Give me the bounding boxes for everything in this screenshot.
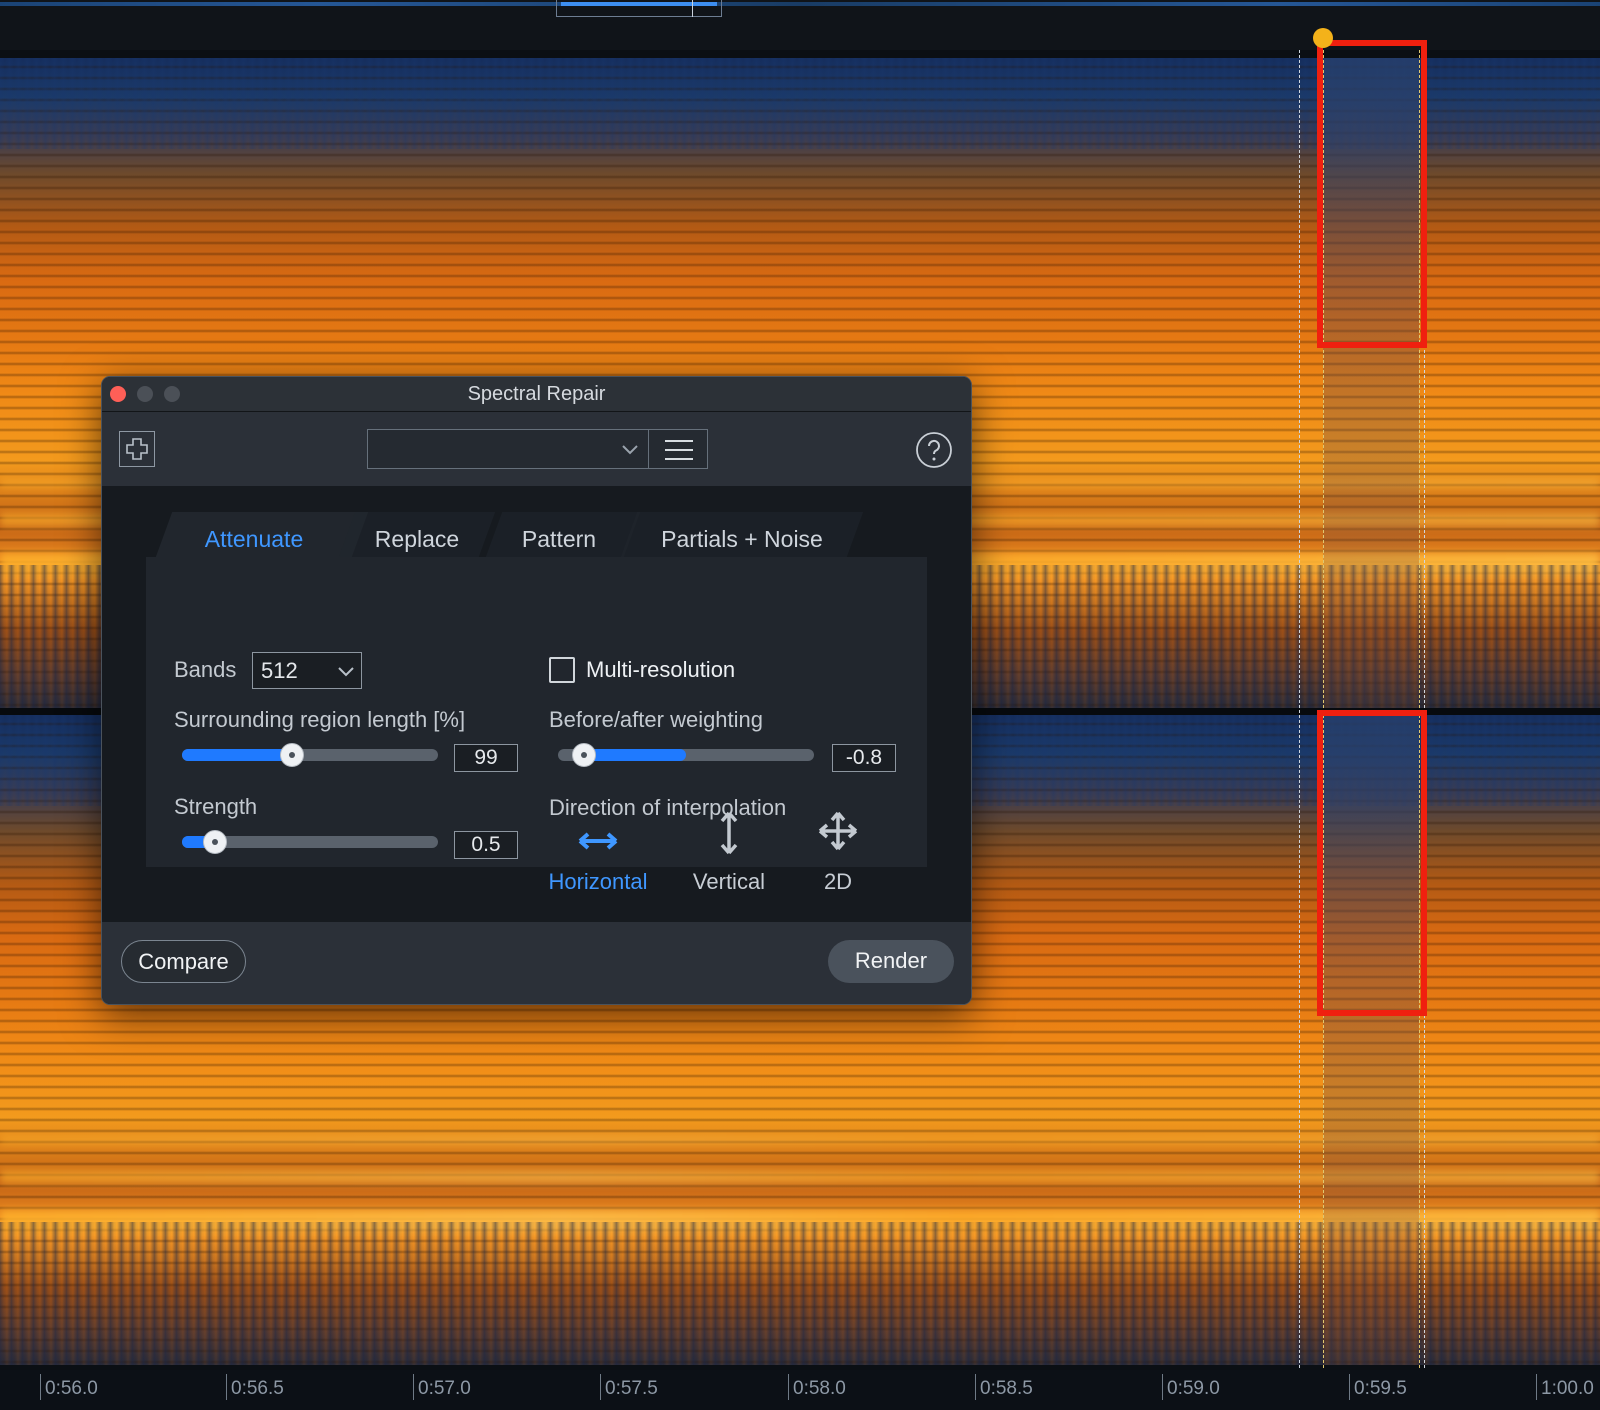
direction-2d-label: 2D: [823, 869, 853, 894]
tab-attenuate[interactable]: Attenuate: [174, 512, 334, 557]
move-arrows-icon: [818, 811, 858, 851]
before-after-value[interactable]: -0.8: [832, 744, 896, 772]
time-tick: 0:57.0: [413, 1374, 471, 1400]
preset-menu-button[interactable]: [649, 429, 708, 469]
highlight-box-bottom: [1317, 710, 1427, 1016]
attenuate-panel: Bands 512 Multi-resolution Surrounding r…: [146, 557, 927, 894]
surrounding-region-label: Surrounding region length [%]: [174, 707, 466, 732]
chevron-down-icon: [338, 667, 354, 677]
surrounding-region-slider[interactable]: [182, 741, 438, 769]
question-mark-icon: [916, 432, 952, 468]
render-button[interactable]: Render: [828, 940, 954, 983]
hamburger-icon: [665, 440, 693, 460]
direction-horizontal-label: Horizontal: [548, 869, 648, 894]
overview-waveform: [0, 2, 1600, 6]
chevron-down-icon: [622, 445, 638, 455]
slider-thumb[interactable]: [280, 743, 304, 767]
slider-thumb[interactable]: [572, 743, 596, 767]
preset-dropdown[interactable]: [367, 429, 649, 469]
spectral-repair-dialog: Spectral Repair Attenuate Replace Patter…: [101, 376, 972, 1005]
playhead-handle[interactable]: [1313, 28, 1333, 48]
tab-pattern[interactable]: Pattern: [494, 512, 624, 557]
bands-label: Bands: [174, 657, 237, 682]
direction-vertical-button[interactable]: Vertical: [674, 811, 784, 925]
time-tick: 0:59.5: [1349, 1374, 1407, 1400]
overview-viewport-waveform: [561, 2, 717, 6]
direction-horizontal-button[interactable]: Horizontal: [543, 815, 653, 925]
horizontal-arrows-icon: [578, 832, 618, 850]
bands-value: 512: [261, 658, 298, 683]
before-after-label: Before/after weighting: [549, 707, 764, 732]
direction-vertical-label: Vertical: [692, 869, 766, 894]
dialog-titlebar[interactable]: Spectral Repair: [102, 377, 971, 412]
dialog-title: Spectral Repair: [467, 383, 606, 405]
vertical-arrows-icon: [720, 811, 738, 855]
time-tick: 0:56.0: [40, 1374, 98, 1400]
time-tick: 0:57.5: [600, 1374, 658, 1400]
multi-resolution-checkbox[interactable]: [549, 657, 575, 683]
dialog-footer: Compare Render: [102, 922, 971, 1004]
overview-viewport[interactable]: [556, 0, 722, 17]
time-tick: 0:58.5: [975, 1374, 1033, 1400]
time-ruler[interactable]: 0:56.0 0:56.5 0:57.0 0:57.5 0:58.0 0:58.…: [0, 1370, 1600, 1410]
strength-slider[interactable]: [182, 828, 438, 856]
before-after-slider[interactable]: [558, 741, 814, 769]
direction-2d-button[interactable]: 2D: [783, 811, 893, 925]
slider-fill: [584, 749, 686, 761]
add-module-button[interactable]: [119, 431, 155, 467]
surrounding-region-value[interactable]: 99: [454, 744, 518, 772]
slider-fill: [182, 749, 292, 761]
overview-playhead: [692, 0, 693, 17]
bands-select[interactable]: 512: [252, 652, 362, 689]
time-tick: 1:00.0: [1536, 1374, 1594, 1400]
dialog-body: Attenuate Replace Pattern Partials + Noi…: [102, 486, 971, 922]
time-tick: 0:59.0: [1162, 1374, 1220, 1400]
dialog-toolbar: [102, 412, 971, 486]
time-tick: 0:58.0: [788, 1374, 846, 1400]
multi-resolution-label: Multi-resolution: [586, 657, 736, 682]
strength-value[interactable]: 0.5: [454, 831, 518, 859]
help-button[interactable]: [915, 431, 953, 469]
compare-button[interactable]: Compare: [121, 940, 246, 983]
plus-icon: [126, 438, 148, 460]
time-tick: 0:56.5: [226, 1374, 284, 1400]
highlight-box-top: [1317, 40, 1427, 348]
strength-label: Strength: [174, 794, 258, 819]
tab-replace[interactable]: Replace: [352, 512, 482, 557]
tab-partials-noise[interactable]: Partials + Noise: [637, 512, 847, 557]
slider-thumb[interactable]: [203, 830, 227, 854]
